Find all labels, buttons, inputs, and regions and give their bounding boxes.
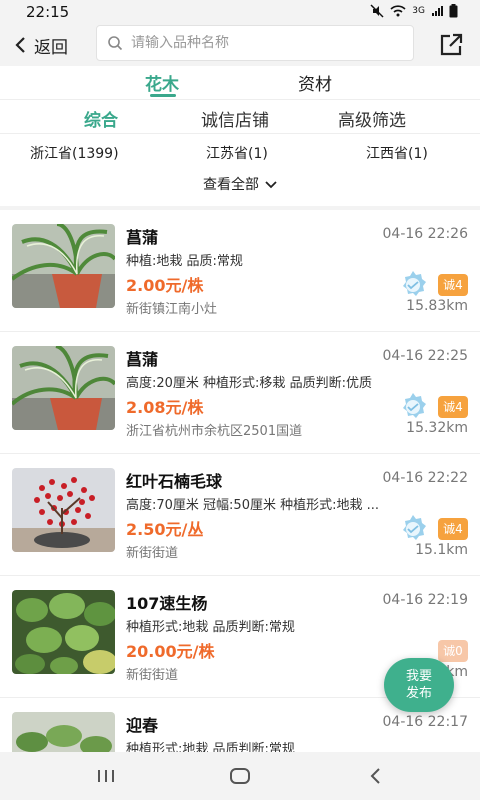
tab-comprehensive[interactable]: 综合 xyxy=(84,106,118,131)
province-filter: 浙江省(1399) 江苏省(1) 江西省(1) xyxy=(0,136,480,168)
item-price: 20.00元/株 xyxy=(126,642,215,661)
status-icons: 3G xyxy=(370,4,458,18)
chevron-down-icon xyxy=(265,181,277,189)
item-time: 04-16 22:19 xyxy=(382,592,468,608)
top-header: 返回 xyxy=(0,24,480,66)
plant-pot-icon xyxy=(12,224,115,308)
tab-zicai[interactable]: 资材 xyxy=(298,70,332,95)
network-label: 3G xyxy=(412,6,425,16)
province-jiangsu[interactable]: 江苏省(1) xyxy=(206,143,268,163)
list-item[interactable]: 红叶石楠毛球 04-16 22:22 高度:70厘米 冠幅:50厘米 种植形式:… xyxy=(0,454,480,576)
tab-advanced-filter[interactable]: 高级筛选 xyxy=(338,106,406,131)
share-icon[interactable] xyxy=(438,32,464,58)
mute-icon xyxy=(370,4,384,18)
item-time: 04-16 22:22 xyxy=(382,470,468,486)
publish-button[interactable]: 我要 发布 xyxy=(384,658,454,712)
status-time: 22:15 xyxy=(26,3,70,21)
item-title: 迎春 xyxy=(126,716,159,735)
item-location: 新街镇江南小灶 xyxy=(126,302,218,317)
back-label: 返回 xyxy=(34,37,68,58)
recent-apps-icon[interactable] xyxy=(94,766,118,786)
wifi-icon xyxy=(390,5,406,17)
battery-icon xyxy=(449,4,458,18)
view-all-button[interactable]: 查看全部 xyxy=(0,174,480,194)
back-nav-icon[interactable] xyxy=(364,766,388,786)
leaves-icon xyxy=(12,590,115,674)
sort-tabs: 综合 诚信店铺 高级筛选 xyxy=(0,100,480,134)
view-all-label: 查看全部 xyxy=(203,177,259,193)
item-attributes: 种植形式:地栽 品质判断:常规 xyxy=(126,620,295,635)
item-title: 红叶石楠毛球 xyxy=(126,472,223,491)
trust-badge: 诚4 xyxy=(438,274,468,296)
search-input[interactable] xyxy=(131,35,391,51)
trust-badge: 诚0 xyxy=(438,640,468,662)
red-shrub-icon xyxy=(12,468,115,552)
chevron-left-icon xyxy=(15,37,25,53)
item-distance: 15.32km xyxy=(406,420,468,436)
trust-badge: 诚4 xyxy=(438,518,468,540)
trust-badge: 诚4 xyxy=(438,396,468,418)
tab-trusted-shops[interactable]: 诚信店铺 xyxy=(201,106,269,131)
item-price: 2.50元/丛 xyxy=(126,520,204,539)
item-location: 浙江省杭州市余杭区2501国道 xyxy=(126,424,303,439)
list-item[interactable]: 菖蒲 04-16 22:26 种植:地栽 品质:常规 2.00元/株 新街镇江南… xyxy=(0,210,480,332)
item-distance: 15.1km xyxy=(415,542,468,558)
active-tab-indicator xyxy=(150,94,176,97)
item-attributes: 高度:20厘米 种植形式:移栽 品质判断:优质 xyxy=(126,376,372,391)
verified-shop-icon xyxy=(403,393,426,418)
item-location: 新街街道 xyxy=(126,546,179,561)
category-tabs: 花木 资材 xyxy=(0,66,480,100)
list-item[interactable]: 菖蒲 04-16 22:25 高度:20厘米 种植形式:移栽 品质判断:优质 2… xyxy=(0,332,480,454)
home-icon[interactable] xyxy=(228,766,252,786)
verified-shop-icon xyxy=(403,515,426,540)
province-zhejiang[interactable]: 浙江省(1399) xyxy=(30,143,119,163)
item-time: 04-16 22:25 xyxy=(382,348,468,364)
item-title: 107速生杨 xyxy=(126,594,208,613)
item-distance: 15.83km xyxy=(406,298,468,314)
item-attributes: 高度:70厘米 冠幅:50厘米 种植形式:地栽 ... xyxy=(126,498,380,513)
item-price: 2.00元/株 xyxy=(126,276,204,295)
item-price: 2.08元/株 xyxy=(126,398,204,417)
verified-shop-icon xyxy=(403,271,426,296)
item-location: 新街街道 xyxy=(126,668,179,683)
item-title: 菖蒲 xyxy=(126,228,159,247)
item-time: 04-16 22:26 xyxy=(382,226,468,242)
search-icon xyxy=(108,36,123,51)
province-jiangxi[interactable]: 江西省(1) xyxy=(366,143,428,163)
publish-label-line2: 发布 xyxy=(405,686,432,701)
item-time: 04-16 22:17 xyxy=(382,714,468,730)
signal-icon xyxy=(432,6,443,16)
search-box[interactable] xyxy=(96,25,414,61)
plant-pot-icon xyxy=(12,346,115,430)
system-nav-bar xyxy=(0,752,480,800)
back-button[interactable]: 返回 xyxy=(14,32,68,58)
status-bar: 22:15 3G xyxy=(0,0,480,24)
item-attributes: 种植:地栽 品质:常规 xyxy=(126,254,243,269)
item-title: 菖蒲 xyxy=(126,350,159,369)
publish-label-line1: 我要 xyxy=(405,669,432,684)
tab-huamu[interactable]: 花木 xyxy=(145,70,179,95)
